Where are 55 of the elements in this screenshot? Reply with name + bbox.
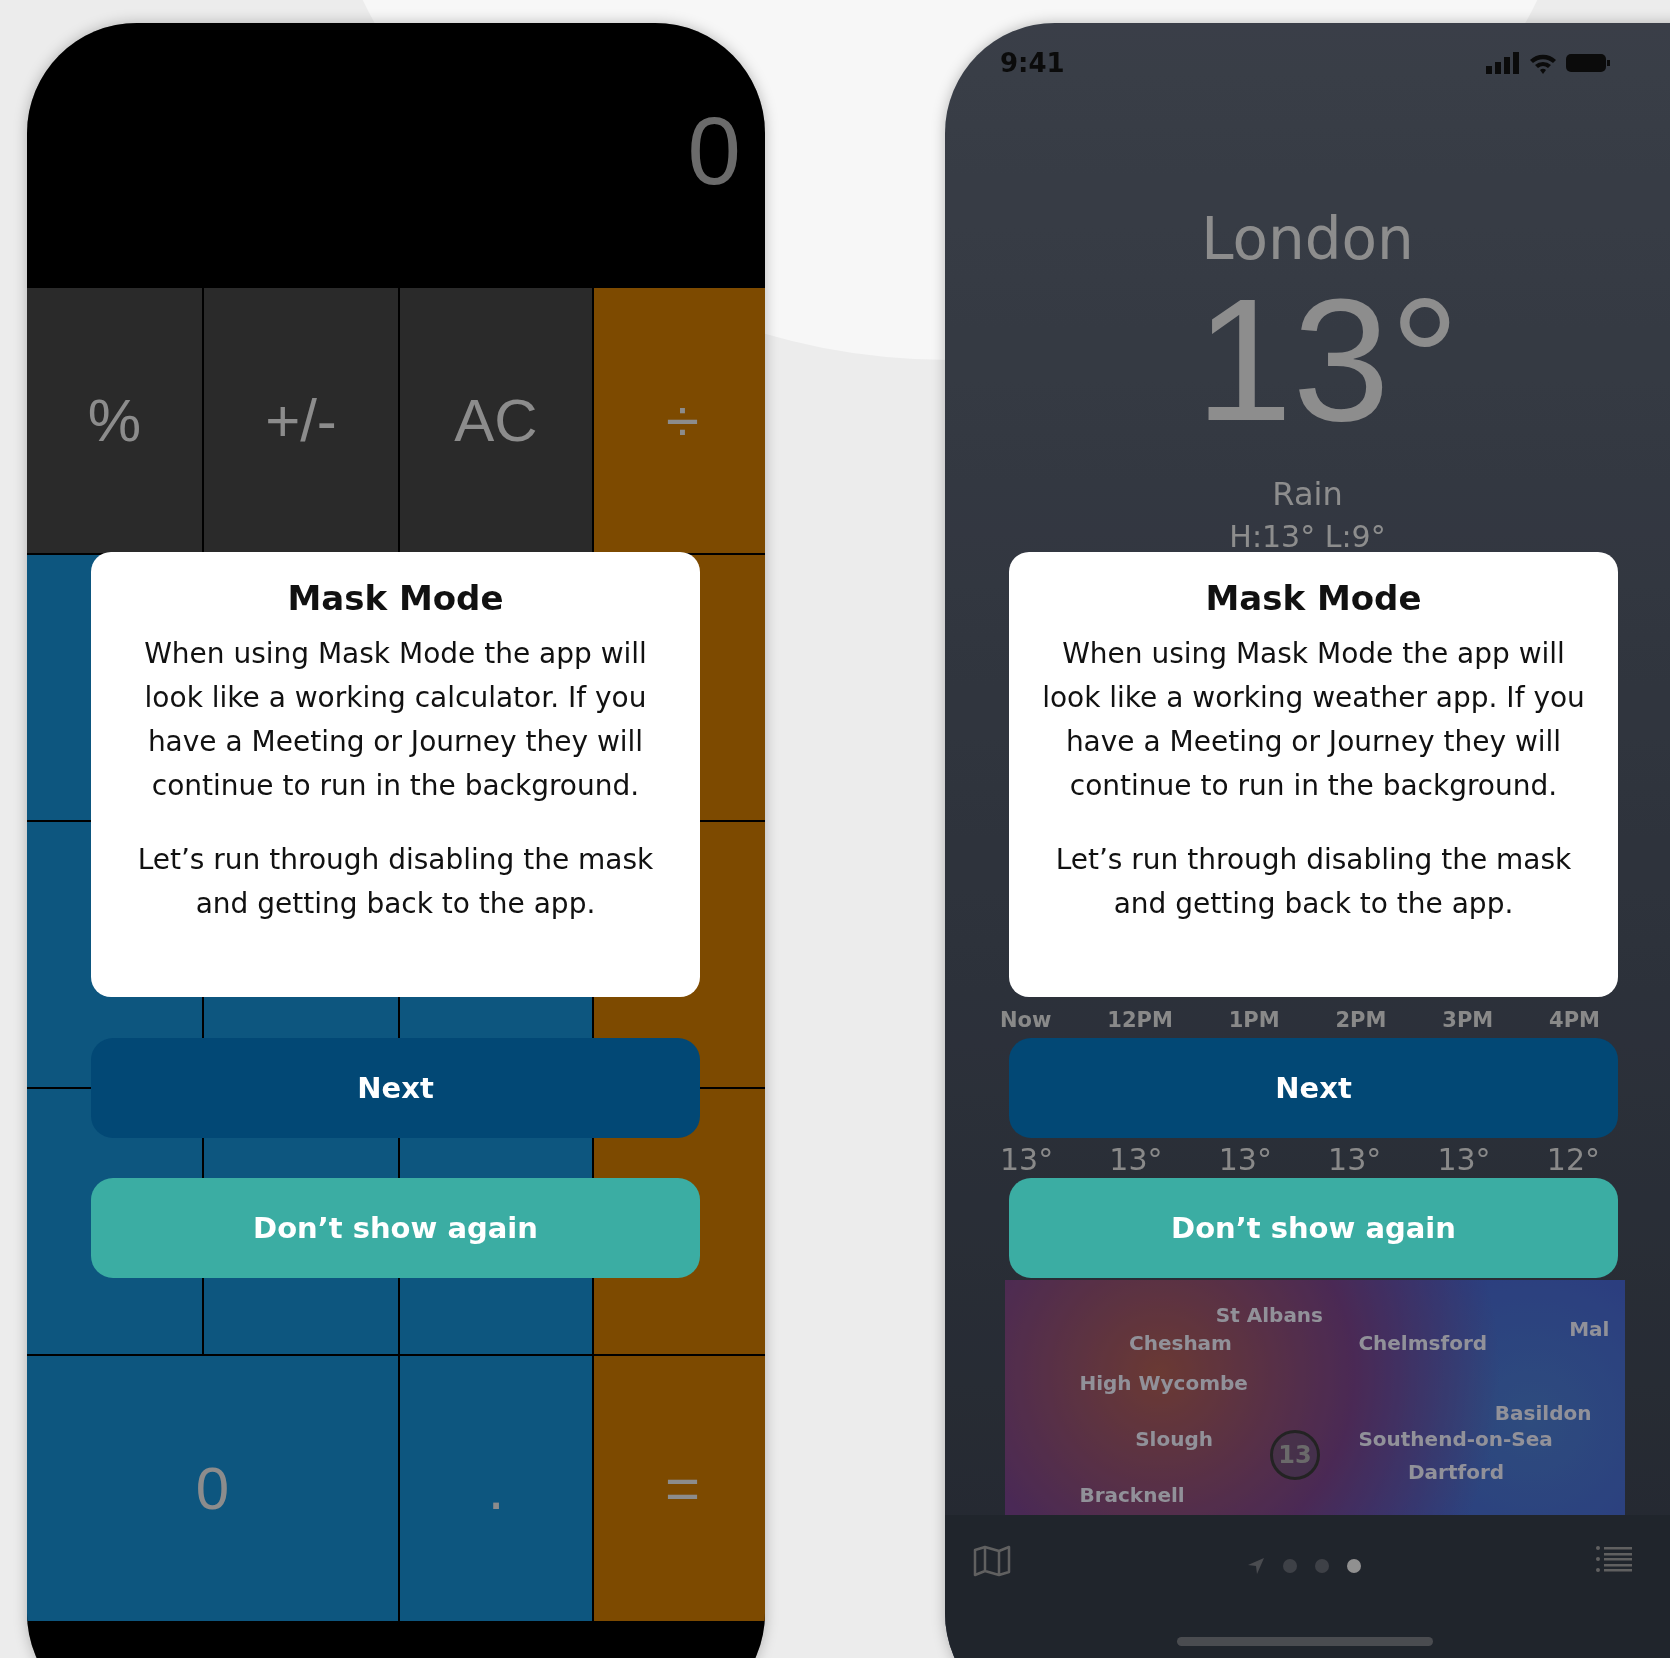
hour-label: 2PM — [1335, 1008, 1387, 1032]
city-name: London — [1201, 208, 1414, 272]
page-dot[interactable] — [1346, 1559, 1361, 1573]
map-place-label: Chesham — [1129, 1331, 1232, 1354]
dont-show-again-button[interactable]: Don’t show again — [1009, 1178, 1618, 1278]
hourly-temperature: 13° — [1109, 1141, 1163, 1177]
dont-show-again-button[interactable]: Don’t show again — [91, 1178, 700, 1278]
map-icon[interactable] — [973, 1545, 1011, 1577]
calculator-key[interactable]: +/- — [204, 288, 398, 553]
calculator-key[interactable]: = — [594, 1356, 765, 1621]
map-place-label: Dartford — [1408, 1460, 1505, 1483]
dialog-text: Let’s run through disabling the mask and getting back to the app. — [136, 842, 655, 922]
calculator-key[interactable]: % — [27, 288, 202, 553]
map-place-label: Slough — [1135, 1428, 1213, 1451]
wifi-icon — [1528, 52, 1558, 74]
map-place-label: Chelmsford — [1358, 1331, 1488, 1354]
hour-label: 1PM — [1228, 1008, 1280, 1032]
hour-label: Now — [1000, 1008, 1052, 1032]
hour-label: 12PM — [1107, 1008, 1173, 1032]
hourly-temperature: 13° — [1218, 1141, 1272, 1177]
map-place-label: Southend-on-Sea — [1358, 1428, 1553, 1451]
map-place-label: High Wycombe — [1079, 1371, 1248, 1394]
page-dot[interactable] — [1314, 1559, 1329, 1573]
hourly-temperature: 13° — [1437, 1141, 1491, 1177]
weather-condition: Rain — [1272, 474, 1343, 513]
high-low-temperature: H:13° L:9° — [1229, 518, 1386, 554]
location-arrow-icon — [1246, 1557, 1265, 1575]
hour-label: 4PM — [1549, 1008, 1600, 1032]
signal-icon — [1486, 52, 1520, 74]
current-temperature: 13° — [1195, 271, 1460, 447]
page-dot[interactable] — [1282, 1559, 1297, 1573]
hourly-temperature: 13° — [1328, 1141, 1382, 1177]
map-place-label: St Albans — [1215, 1303, 1323, 1326]
radar-map[interactable]: St Albans Chesham Chelmsford Mal High Wycombe Basildon Slough Southend-on-Sea Dartford Bracknell 13 — [1005, 1280, 1625, 1515]
dialog-title: Mask Mode — [1205, 578, 1422, 618]
hour-label: 3PM — [1442, 1008, 1494, 1032]
status-time: 9:41 — [1000, 48, 1065, 78]
map-place-label: Mal — [1569, 1317, 1610, 1340]
hourly-temperature: 12° — [1546, 1141, 1600, 1177]
dialog-text: When using Mask Mode the app will look like a working calculator. If you have a Meeting or Journey they will continue to run in the background. — [143, 636, 648, 804]
battery-icon — [1566, 52, 1610, 74]
map-place-label: Bracknell — [1079, 1484, 1185, 1507]
map-place-label: Basildon — [1494, 1402, 1592, 1425]
calculator-display: 0 — [687, 103, 741, 199]
list-icon[interactable] — [1596, 1545, 1632, 1573]
hourly-temperature: 13° — [1000, 1141, 1054, 1177]
dialog-text: Let’s run through disabling the mask and getting back to the app. — [1054, 842, 1573, 922]
calculator-key[interactable]: . — [400, 1356, 592, 1621]
next-button[interactable]: Next — [1009, 1038, 1618, 1138]
dialog-title: Mask Mode — [287, 578, 504, 618]
calculator-key[interactable]: 0 — [27, 1356, 398, 1621]
next-button[interactable]: Next — [91, 1038, 700, 1138]
calculator-key[interactable]: ÷ — [594, 288, 765, 553]
calculator-key[interactable]: AC — [400, 288, 592, 553]
dialog-text: When using Mask Mode the app will look like a working weather app. If you have a Meeting or Journey they will continue to run in the background. — [1041, 636, 1586, 804]
